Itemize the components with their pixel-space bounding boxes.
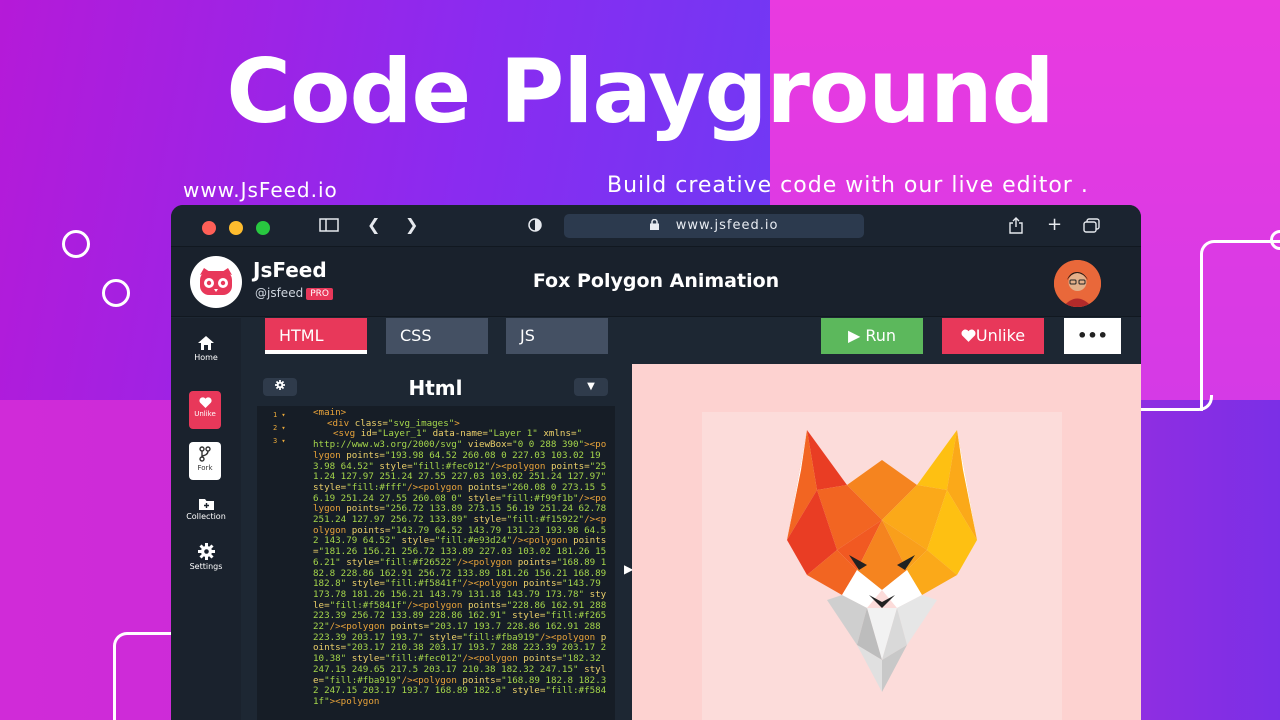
- line-gutter: 1 ▾ 2 ▾ 3 ▾: [257, 410, 297, 449]
- sidebar-item-label: Settings: [189, 562, 223, 571]
- maximize-window-button[interactable]: [256, 221, 270, 235]
- address-text: www.jsfeed.io: [675, 218, 779, 233]
- heart-icon: [961, 326, 976, 345]
- line-number: 2 ▾: [273, 424, 286, 432]
- browser-window: ❮ ❯ www.jsfeed.io + JsFeed @jsfeed PRO F…: [171, 205, 1141, 720]
- left-sidebar: Home Unlike Fork Collection Settings: [171, 318, 241, 720]
- tab-js[interactable]: JS: [506, 318, 608, 354]
- preview-panel: [632, 364, 1141, 720]
- play-icon: ▶: [847, 326, 861, 345]
- editor-title: Html: [408, 376, 463, 400]
- decor-line: [1200, 240, 1280, 411]
- decor-line: [1141, 395, 1213, 411]
- sidebar-item-home[interactable]: Home: [171, 336, 241, 362]
- gear-icon: [171, 543, 241, 562]
- home-icon: [171, 336, 241, 352]
- decor-ring: [62, 230, 90, 258]
- project-title: Fox Polygon Animation: [532, 270, 780, 292]
- site-url: www.JsFeed.io: [183, 178, 338, 202]
- heart-icon: [189, 397, 221, 410]
- more-options-button[interactable]: •••: [1064, 318, 1121, 354]
- html-editor-panel: Html ▼ 1 ▾ 2 ▾ 3 ▾ <main> <div class="sv…: [241, 364, 631, 720]
- decor-ring: [102, 279, 130, 307]
- minimize-window-button[interactable]: [229, 221, 243, 235]
- preview-canvas: [702, 412, 1062, 720]
- sidebar-item-label: Unlike: [194, 410, 216, 418]
- sidebar-item-collection[interactable]: Collection: [171, 498, 241, 521]
- line-number: 1 ▾: [273, 411, 286, 419]
- sidebar-item-fork[interactable]: Fork: [189, 442, 221, 480]
- code-content: <main> <div class="svg_images"> <svg id=…: [313, 407, 607, 707]
- browser-titlebar: ❮ ❯ www.jsfeed.io +: [171, 205, 1141, 247]
- fork-icon: [189, 446, 221, 464]
- app-header: JsFeed @jsfeed PRO Fox Polygon Animation: [171, 247, 1141, 317]
- tagline: Build creative code with our live editor…: [607, 173, 1089, 198]
- address-bar[interactable]: www.jsfeed.io: [564, 214, 864, 238]
- back-icon[interactable]: ❮: [367, 215, 380, 234]
- avatar[interactable]: [1054, 260, 1101, 307]
- fox-illustration: [787, 430, 977, 692]
- new-tab-icon[interactable]: +: [1047, 214, 1062, 235]
- sidebar-toggle-icon[interactable]: [319, 217, 339, 236]
- line-number: 3 ▾: [273, 437, 286, 445]
- close-window-button[interactable]: [202, 221, 216, 235]
- sidebar-item-settings[interactable]: Settings: [171, 543, 241, 571]
- editor-collapse-button[interactable]: ▼: [574, 378, 608, 396]
- sidebar-item-label: Fork: [197, 464, 213, 472]
- sidebar-item-unlike[interactable]: Unlike: [189, 391, 221, 429]
- run-label: Run: [865, 326, 897, 345]
- decor-line: [113, 632, 173, 720]
- folder-icon: [171, 498, 241, 512]
- editor-toolbar: HTML CSS JS ▶ Run Unlike •••: [241, 318, 1141, 364]
- run-button[interactable]: ▶ Run: [821, 318, 923, 354]
- tab-css[interactable]: CSS: [386, 318, 488, 354]
- sidebar-item-label: Home: [194, 353, 218, 362]
- forward-icon[interactable]: ❯: [405, 215, 418, 234]
- tab-html[interactable]: HTML: [265, 318, 367, 354]
- shield-icon[interactable]: [528, 217, 542, 237]
- lock-icon: [649, 218, 676, 233]
- share-icon[interactable]: [1009, 217, 1023, 238]
- editor-header: Html ▼: [263, 376, 608, 400]
- chevron-down-icon: ▼: [587, 381, 595, 392]
- hero-title: Code Playground: [226, 40, 1054, 143]
- unlike-button[interactable]: Unlike: [942, 318, 1044, 354]
- code-area[interactable]: 1 ▾ 2 ▾ 3 ▾ <main> <div class="svg_image…: [257, 406, 615, 720]
- unlike-label: Unlike: [975, 326, 1026, 345]
- tabs-overview-icon[interactable]: [1083, 218, 1100, 237]
- sidebar-item-label: Collection: [186, 512, 226, 521]
